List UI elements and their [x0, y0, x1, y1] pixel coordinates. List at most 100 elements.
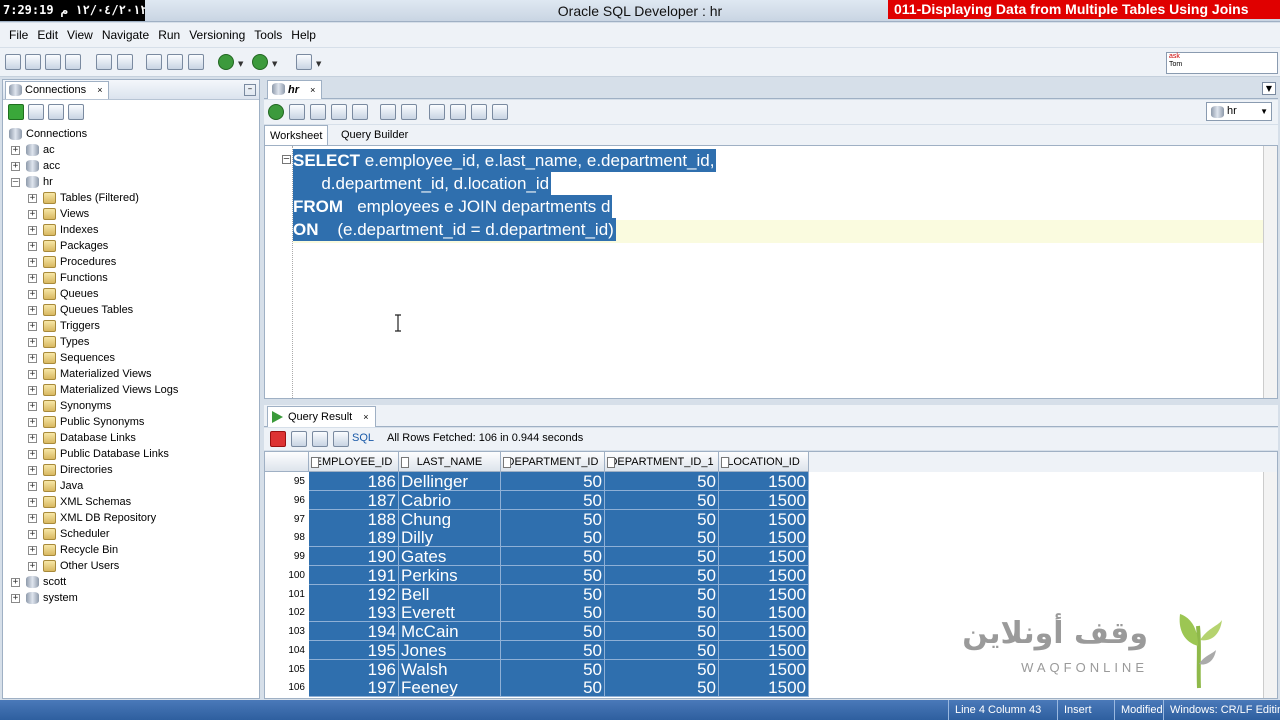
column-header-last-name[interactable]: LAST_NAME — [399, 452, 501, 472]
editor-list-dropdown-icon[interactable]: ▼ — [1262, 82, 1276, 95]
expand-toggle-icon[interactable]: + — [28, 274, 37, 283]
refresh-icon[interactable] — [28, 104, 44, 120]
editor-vertical-scrollbar[interactable] — [1263, 146, 1277, 398]
open-folder-icon[interactable] — [25, 54, 41, 70]
expand-toggle-icon[interactable]: + — [28, 322, 37, 331]
cell-last-name[interactable]: Dellinger — [399, 472, 501, 491]
cell-department-id-1[interactable]: 50 — [605, 565, 719, 585]
schema-browser-icon[interactable] — [68, 104, 84, 120]
commit-icon[interactable] — [310, 104, 326, 120]
expand-toggle-icon[interactable]: + — [11, 578, 20, 587]
tree-node-directories[interactable]: + Directories — [3, 462, 259, 478]
redo-icon[interactable] — [117, 54, 133, 70]
cell-location-id[interactable]: 1500 — [719, 640, 809, 660]
expand-toggle-icon[interactable]: + — [28, 306, 37, 315]
cut-icon[interactable] — [146, 54, 162, 70]
tree-node-xml-db-repository[interactable]: + XML DB Repository — [3, 510, 259, 526]
autotrace-icon[interactable] — [380, 104, 396, 120]
cell-location-id[interactable]: 1500 — [719, 490, 809, 510]
expand-toggle-icon[interactable]: + — [28, 434, 37, 443]
expand-toggle-icon[interactable]: + — [28, 482, 37, 491]
cell-department-id[interactable]: 50 — [501, 509, 605, 529]
clear-icon[interactable] — [401, 104, 417, 120]
expand-toggle-icon[interactable]: + — [28, 450, 37, 459]
sql-button[interactable]: SQL — [352, 428, 374, 449]
tree-node-public-database-links[interactable]: + Public Database Links — [3, 446, 259, 462]
tab-hr-worksheet[interactable]: hr × — [267, 80, 323, 99]
expand-toggle-icon[interactable]: + — [28, 386, 37, 395]
menu-help[interactable]: Help — [291, 23, 316, 47]
table-row[interactable]: 101 192 Bell 50 50 1500 — [265, 584, 1277, 604]
cell-last-name[interactable]: Walsh — [399, 659, 501, 679]
cell-department-id[interactable]: 50 — [501, 603, 605, 623]
close-icon[interactable]: × — [97, 85, 102, 95]
expand-toggle-icon[interactable]: + — [28, 418, 37, 427]
cell-employee-id[interactable]: 195 — [309, 640, 399, 660]
cell-department-id[interactable]: 50 — [501, 565, 605, 585]
tree-node-functions[interactable]: + Functions — [3, 270, 259, 286]
insert-mode[interactable]: Insert — [1057, 700, 1115, 720]
tree-node-xml-schemas[interactable]: + XML Schemas — [3, 494, 259, 510]
cell-last-name[interactable]: Everett — [399, 603, 501, 623]
expand-toggle-icon[interactable]: + — [28, 226, 37, 235]
cell-location-id[interactable]: 1500 — [719, 509, 809, 529]
minimize-icon[interactable]: – — [244, 84, 256, 96]
cell-last-name[interactable]: Gates — [399, 547, 501, 566]
eraser-icon[interactable] — [471, 104, 487, 120]
cell-employee-id[interactable]: 196 — [309, 659, 399, 679]
forward-dropdown-icon[interactable]: ▼ — [272, 60, 277, 68]
cell-employee-id[interactable]: 190 — [309, 547, 399, 566]
cell-location-id[interactable]: 1500 — [719, 603, 809, 623]
cell-department-id[interactable]: 50 — [501, 678, 605, 698]
expand-toggle-icon[interactable]: + — [11, 146, 20, 155]
tree-node-java[interactable]: + Java — [3, 478, 259, 494]
expand-toggle-icon[interactable]: + — [11, 594, 20, 603]
undo-icon[interactable] — [96, 54, 112, 70]
cell-location-id[interactable]: 1500 — [719, 547, 809, 566]
cell-location-id[interactable]: 1500 — [719, 584, 809, 604]
menu-view[interactable]: View — [67, 23, 93, 47]
tree-node-indexes[interactable]: + Indexes — [3, 222, 259, 238]
cell-employee-id[interactable]: 191 — [309, 565, 399, 585]
cell-department-id-1[interactable]: 50 — [605, 678, 719, 698]
tree-node-triggers[interactable]: + Triggers — [3, 318, 259, 334]
tree-node-public-synonyms[interactable]: + Public Synonyms — [3, 414, 259, 430]
to-upper-lower-icon[interactable] — [450, 104, 466, 120]
cell-department-id[interactable]: 50 — [501, 640, 605, 660]
expand-toggle-icon[interactable]: + — [28, 338, 37, 347]
menu-run[interactable]: Run — [158, 23, 180, 47]
tree-node-sequences[interactable]: + Sequences — [3, 350, 259, 366]
cell-employee-id[interactable]: 192 — [309, 584, 399, 604]
grid-vertical-scrollbar[interactable] — [1263, 472, 1277, 698]
run-script-icon[interactable] — [289, 104, 305, 120]
tree-node-synonyms[interactable]: + Synonyms — [3, 398, 259, 414]
tree-node-other-users[interactable]: + Other Users — [3, 558, 259, 574]
cell-department-id-1[interactable]: 50 — [605, 547, 719, 566]
cell-department-id[interactable]: 50 — [501, 622, 605, 641]
back-dropdown-icon[interactable]: ▼ — [238, 60, 243, 68]
close-icon[interactable]: × — [310, 85, 315, 95]
menu-edit[interactable]: Edit — [37, 23, 58, 47]
copy-icon[interactable] — [167, 54, 183, 70]
sql-code[interactable]: SELECT e.employee_id, e.last_name, e.dep… — [265, 148, 1255, 248]
table-row[interactable]: 97 188 Chung 50 50 1500 — [265, 509, 1277, 529]
expand-toggle-icon[interactable]: + — [28, 402, 37, 411]
tree-node-tables-filtered-[interactable]: + Tables (Filtered) — [3, 190, 259, 206]
expand-toggle-icon[interactable]: + — [28, 242, 37, 251]
cancel-query-icon[interactable] — [333, 431, 349, 447]
column-header-employee-id[interactable]: EMPLOYEE_ID — [309, 452, 399, 472]
tab-worksheet[interactable]: Worksheet — [264, 125, 329, 145]
cell-employee-id[interactable]: 193 — [309, 603, 399, 623]
table-row[interactable]: 100 191 Perkins 50 50 1500 — [265, 565, 1277, 585]
tree-node-system[interactable]: + system — [3, 590, 259, 606]
cell-employee-id[interactable]: 189 — [309, 528, 399, 548]
pin-icon[interactable] — [270, 431, 286, 447]
menu-file[interactable]: File — [9, 23, 28, 47]
migration-icon[interactable] — [296, 54, 312, 70]
tree-node-views[interactable]: + Views — [3, 206, 259, 222]
expand-toggle-icon[interactable]: + — [28, 194, 37, 203]
cell-department-id-1[interactable]: 50 — [605, 584, 719, 604]
cell-location-id[interactable]: 1500 — [719, 565, 809, 585]
explain-plan-icon[interactable] — [352, 104, 368, 120]
table-row[interactable]: 99 190 Gates 50 50 1500 — [265, 547, 1277, 566]
